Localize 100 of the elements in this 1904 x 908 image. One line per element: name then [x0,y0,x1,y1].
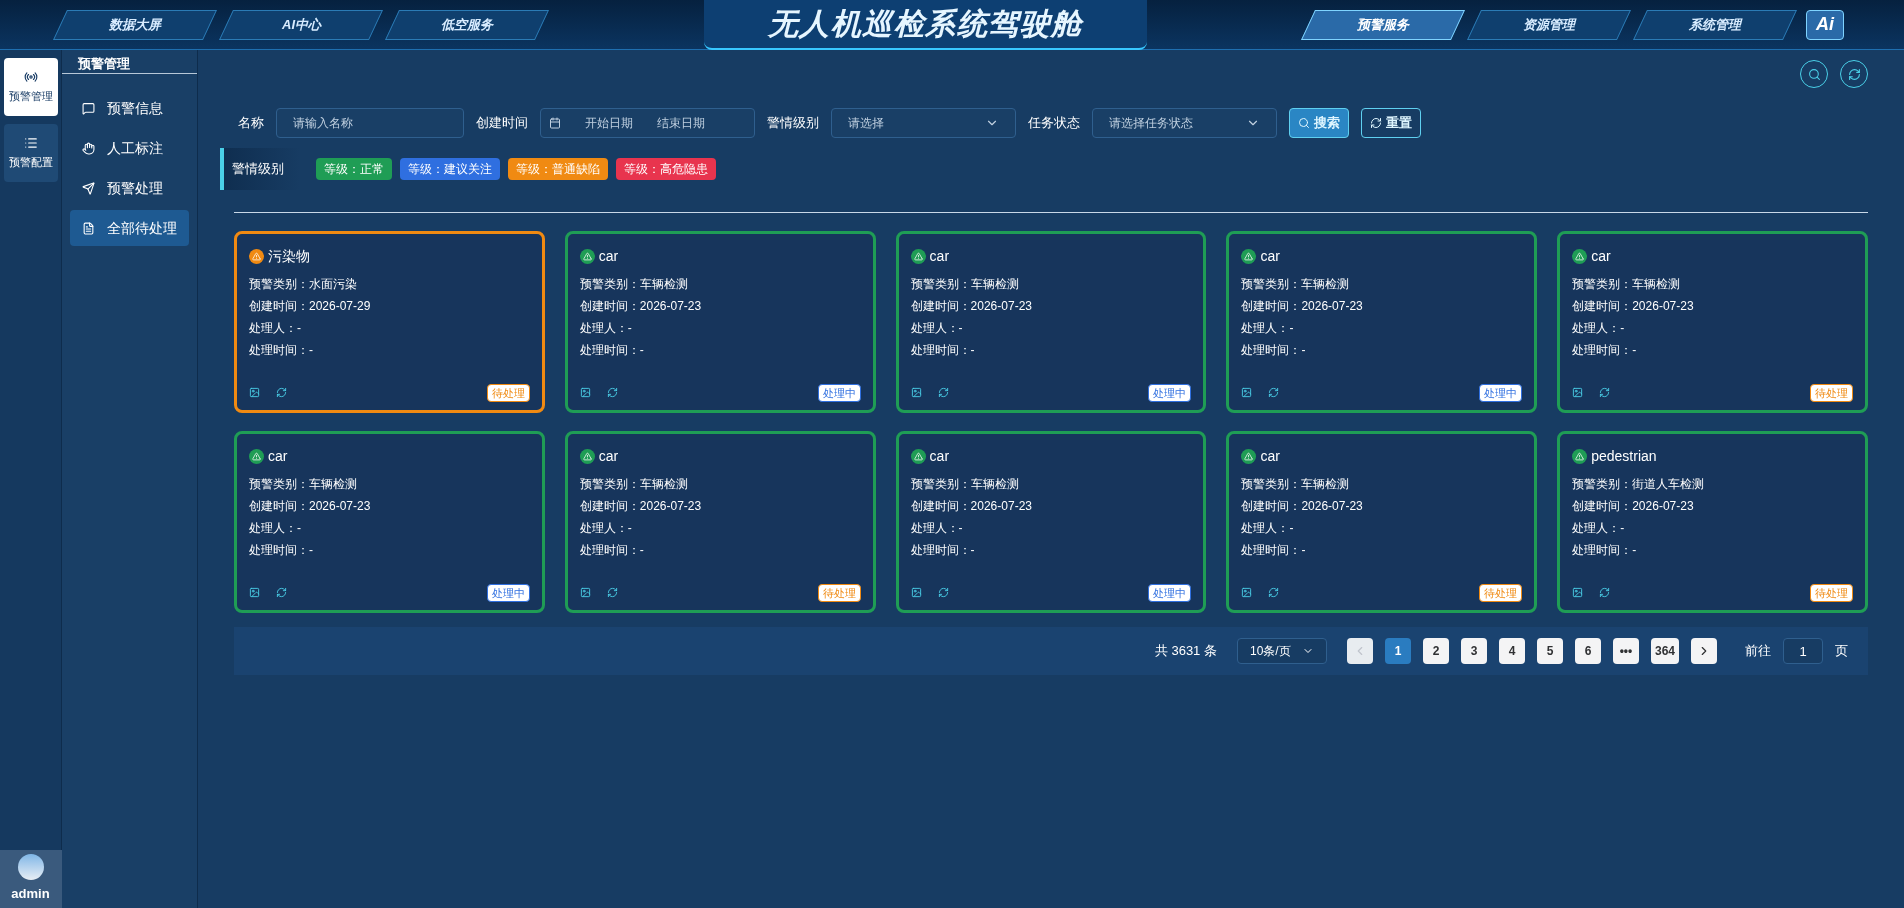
reset-button[interactable]: 重置 [1361,108,1421,138]
status-select[interactable]: 请选择任务状态 [1092,108,1277,138]
header-tab[interactable]: 预警服务 [1301,9,1465,40]
header-tab[interactable]: 系统管理 [1633,9,1797,40]
card-title: car [929,447,950,466]
page-button[interactable]: 3 [1460,638,1487,664]
page-button[interactable]: 2 [1422,638,1449,664]
alert-card[interactable]: 污染物 预警类别：水面污染 创建时间：2026-07-29 处理人：- 处理时间：- 待处理 [234,231,545,413]
alert-card[interactable]: car 预警类别：车辆检测 创建时间：2026-07-23 处理人：- 处理时间：- 处理中 [234,431,545,613]
card-field: 创建时间：2026-07-23 [249,497,530,515]
warning-icon [249,249,264,264]
card-title: car [1260,447,1280,466]
image-icon[interactable] [1241,587,1253,599]
next-page-button[interactable] [1691,638,1717,664]
refresh-icon[interactable] [937,387,949,399]
page-button[interactable]: 1 [1384,638,1411,664]
page-button[interactable]: 364 [1650,638,1679,664]
header-tab[interactable]: 数据大屏 [53,9,217,40]
refresh-icon[interactable] [276,587,287,599]
card-field: 处理人：- [1241,519,1523,537]
warning-icon [1241,449,1257,464]
rail-item[interactable]: 预警管理 [3,58,58,116]
card-field: 处理人：- [1572,319,1853,337]
image-icon[interactable] [1572,587,1584,599]
refresh-icon[interactable] [1599,587,1611,599]
level-tag: 等级：正常 [316,158,392,180]
refresh-icon[interactable] [1599,387,1611,399]
header-tab[interactable]: 低空服务 [385,9,549,40]
alert-card[interactable]: car 预警类别：车辆检测 创建时间：2026-07-23 处理人：- 处理时间：- 待处理 [1557,231,1868,413]
card-field: 处理人：- [910,519,1192,537]
card-field: 处理时间：- [1572,341,1853,359]
card-field: 创建时间：2026-07-29 [249,297,530,315]
level-tag: 等级：普通缺陷 [508,158,608,180]
status-tag: 处理中 [1479,383,1523,402]
submenu-item[interactable]: 人工标注 [70,130,189,166]
submenu-item[interactable]: 预警处理 [70,170,189,206]
level-select[interactable]: 请选择 [831,108,1016,138]
alert-card[interactable]: car 预警类别：车辆检测 创建时间：2026-07-23 处理人：- 处理时间：- 待处理 [564,431,876,613]
card-field: 创建时间：2026-07-23 [1572,297,1853,315]
alert-card[interactable]: pedestrian 预警类别：街道人车检测 创建时间：2026-07-23 处理人：- 处理时间：- 待处理 [1557,431,1868,613]
status-tag: 待处理 [486,383,530,402]
card-field: 创建时间：2026-07-23 [579,297,861,315]
image-icon[interactable] [1572,387,1584,399]
card-field: 预警类别：水面污染 [249,275,530,293]
menu-icon [82,221,95,235]
image-icon[interactable] [249,587,260,599]
menu-icon [82,101,95,115]
rail-icon [23,135,38,150]
refresh-icon[interactable] [1268,387,1280,399]
calendar-icon [549,117,561,129]
rail-item[interactable]: 预警配置 [3,124,58,182]
page-button[interactable]: 5 [1536,638,1563,664]
card-title: 污染物 [268,247,310,266]
card-title: car [1260,247,1280,266]
refresh-icon[interactable] [606,387,618,399]
image-icon[interactable] [579,587,591,599]
refresh-icon[interactable] [606,587,618,599]
card-field: 预警类别：街道人车检测 [1572,475,1853,493]
total-count: 共 3631 条 [1154,642,1217,661]
image-icon[interactable] [910,387,922,399]
image-icon[interactable] [579,387,591,399]
card-field: 预警类别：车辆检测 [249,475,530,493]
page-button[interactable]: 6 [1574,638,1601,664]
card-field: 预警类别：车辆检测 [1241,275,1523,293]
card-title: car [1591,247,1611,266]
alert-card[interactable]: car 预警类别：车辆检测 创建时间：2026-07-23 处理人：- 处理时间：- 处理中 [895,231,1207,413]
page-size-select[interactable]: 10条/页 [1236,638,1327,664]
submenu-item[interactable]: 预警信息 [70,90,189,126]
card-field: 处理时间：- [910,541,1192,559]
status-tag: 待处理 [1479,583,1523,602]
alert-card[interactable]: car 预警类别：车辆检测 创建时间：2026-07-23 处理人：- 处理时间：- 处理中 [1226,231,1538,413]
card-title: car [598,247,619,266]
refresh-icon[interactable] [937,587,949,599]
date-range-field[interactable]: 开始日期 结束日期 [540,108,755,138]
header-tab[interactable]: 资源管理 [1467,9,1631,40]
page-button[interactable]: ••• [1612,638,1639,664]
alert-card[interactable]: car 预警类别：车辆检测 创建时间：2026-07-23 处理人：- 处理时间：- 处理中 [564,231,876,413]
alert-card[interactable]: car 预警类别：车辆检测 创建时间：2026-07-23 处理人：- 处理时间：- 待处理 [1226,431,1538,613]
name-field[interactable]: 请输入名称 [276,108,464,138]
card-field: 预警类别：车辆检测 [1572,275,1853,293]
page-field[interactable]: 1 [1783,638,1823,664]
alert-card[interactable]: car 预警类别：车辆检测 创建时间：2026-07-23 处理人：- 处理时间：- 处理中 [895,431,1207,613]
card-field: 预警类别：车辆检测 [579,475,861,493]
refresh-icon[interactable] [1268,587,1280,599]
logo-badge: Ai [1806,9,1844,40]
avatar-icon [17,854,44,881]
card-field: 创建时间：2026-07-23 [579,497,861,515]
image-icon[interactable] [910,587,922,599]
image-icon[interactable] [249,387,260,399]
page-button[interactable]: 4 [1498,638,1525,664]
header-tab[interactable]: AI中心 [219,9,383,40]
card-field: 处理时间：- [579,341,861,359]
card-field: 处理人：- [1241,319,1523,337]
refresh-icon[interactable] [276,387,287,399]
submenu-item[interactable]: 全部待处理 [70,210,189,246]
search-button[interactable]: 搜索 [1289,108,1349,138]
image-icon[interactable] [1241,387,1253,399]
card-field: 处理人：- [910,319,1192,337]
search-icon [1807,67,1821,81]
status-tag: 待处理 [1810,583,1853,602]
